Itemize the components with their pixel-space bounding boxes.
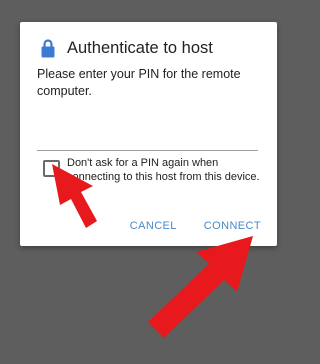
cancel-button[interactable]: CANCEL bbox=[130, 220, 177, 232]
remember-label[interactable]: Don't ask for a PIN again when connectin… bbox=[67, 156, 271, 184]
connect-button[interactable]: CONNECT bbox=[204, 220, 261, 232]
authenticate-dialog: Authenticate to host Please enter your P… bbox=[20, 22, 277, 246]
dialog-message: Please enter your PIN for the remote com… bbox=[37, 67, 241, 98]
dialog-actions: CANCEL CONNECT bbox=[130, 220, 261, 232]
lock-icon bbox=[41, 38, 55, 58]
pin-input[interactable] bbox=[37, 130, 258, 151]
remember-checkbox[interactable] bbox=[43, 160, 60, 177]
remember-row[interactable]: Don't ask for a PIN again when connectin… bbox=[43, 156, 271, 184]
dialog-header: Authenticate to host bbox=[41, 37, 269, 59]
dialog-title: Authenticate to host bbox=[67, 38, 213, 57]
connect-arrow bbox=[148, 236, 253, 338]
